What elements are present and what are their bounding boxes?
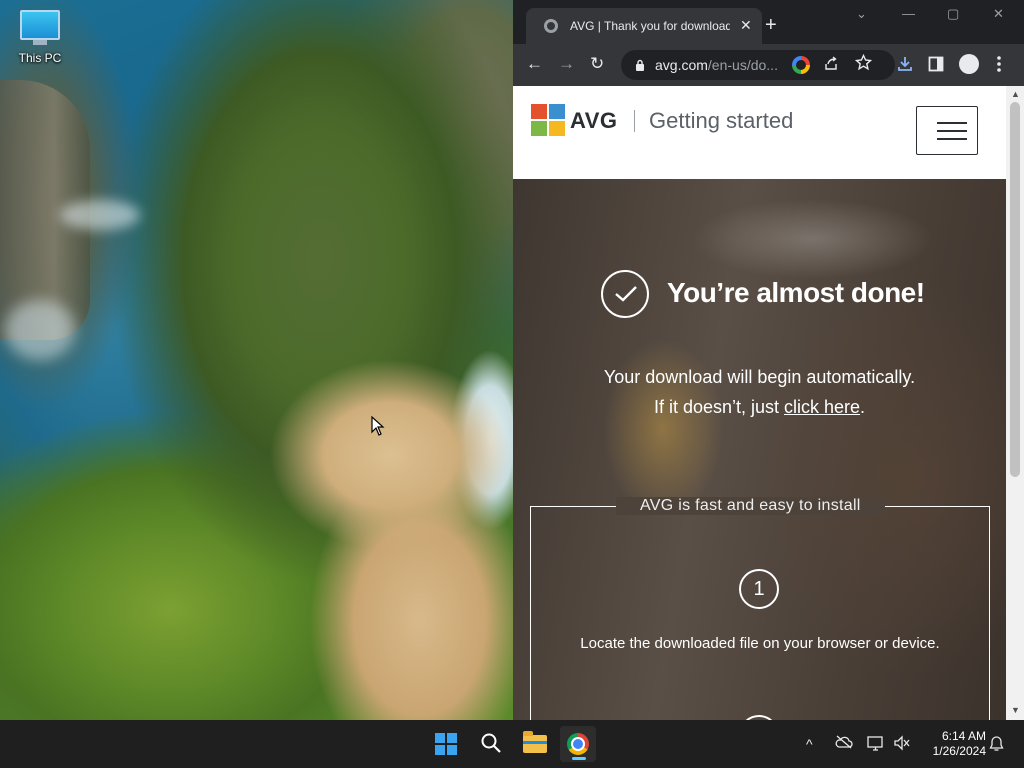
google-lens-icon[interactable]: [792, 56, 810, 74]
web-page: AVG Getting started You’re almost done! …: [513, 86, 1006, 720]
notification-bell-icon[interactable]: [989, 735, 1004, 752]
hero-line-2-prefix: If it doesn’t, just: [653, 397, 784, 417]
install-steps-box: AVG is fast and easy to install 1 Locate…: [530, 497, 990, 720]
speaker-muted-icon[interactable]: [893, 735, 911, 751]
site-header: AVG Getting started: [513, 86, 1006, 179]
hero-section: You’re almost done! Your download will b…: [513, 179, 1006, 720]
globe-icon: [544, 19, 558, 33]
tray-overflow-chevron-icon[interactable]: ^: [806, 736, 813, 752]
page-scrollbar[interactable]: ▲ ▼: [1006, 86, 1024, 720]
new-tab-button[interactable]: +: [765, 14, 777, 36]
share-icon[interactable]: [823, 55, 839, 71]
desktop-icon-label: This PC: [18, 51, 62, 65]
browser-tab-active[interactable]: AVG | Thank you for downloading ✕: [526, 8, 762, 44]
clock-time: 6:14 AM: [941, 729, 986, 743]
file-explorer-button[interactable]: [516, 726, 552, 762]
forward-button[interactable]: →: [558, 54, 575, 74]
wallpaper-foam: [60, 200, 140, 230]
desktop-icon-this-pc[interactable]: This PC: [14, 10, 66, 65]
tab-search-button[interactable]: ⌄: [856, 6, 867, 22]
hero-line-2-suffix: .: [860, 397, 866, 417]
close-window-button[interactable]: ✕: [993, 6, 1004, 22]
step-description: Locate the downloaded file on your brows…: [580, 635, 940, 652]
step-number-badge: 1: [739, 569, 779, 609]
url-path: /en-us/do...: [707, 57, 778, 73]
menu-bar: [937, 130, 967, 132]
folder-icon: [523, 731, 547, 753]
brand-wordmark: AVG: [570, 108, 618, 133]
clock-date: 1/26/2024: [932, 744, 986, 758]
wallpaper-foam: [5, 300, 75, 360]
profile-avatar-icon[interactable]: [959, 54, 979, 74]
chrome-taskbar-button[interactable]: [560, 726, 596, 762]
start-button[interactable]: [428, 726, 464, 762]
windows-logo-icon: [435, 733, 457, 755]
browser-toolbar: ← → ↻ avg.com/en-us/do...: [513, 44, 1024, 86]
browser-window: AVG | Thank you for downloading ✕ + ⌄ — …: [513, 0, 1024, 720]
minimize-button[interactable]: —: [902, 6, 915, 21]
scroll-down-arrow-icon[interactable]: ▼: [1011, 705, 1020, 715]
url-domain: avg.com: [655, 57, 708, 73]
checkmark-icon: [601, 270, 649, 318]
hero-title: You’re almost done!: [667, 277, 925, 308]
search-icon: [481, 733, 501, 753]
side-panel-icon[interactable]: [928, 56, 944, 72]
menu-bar: [937, 122, 967, 124]
hero-line-2: If it doesn’t, just click here.: [513, 397, 1006, 418]
install-heading: AVG is fast and easy to install: [616, 497, 885, 515]
back-button[interactable]: ←: [526, 54, 543, 74]
address-bar[interactable]: avg.com/en-us/do...: [621, 50, 895, 80]
click-here-link[interactable]: click here: [784, 397, 860, 417]
page-title: Getting started: [649, 108, 794, 133]
mouse-pointer-icon: [371, 416, 385, 436]
menu-bar: [937, 138, 967, 140]
avg-logo-icon[interactable]: [531, 104, 565, 136]
chrome-icon: [567, 733, 589, 755]
tab-strip: AVG | Thank you for downloading ✕ + ⌄ — …: [513, 0, 1024, 44]
scrollbar-thumb[interactable]: [1010, 102, 1020, 477]
scroll-up-arrow-icon[interactable]: ▲: [1011, 89, 1020, 99]
maximize-button[interactable]: ▢: [947, 6, 959, 22]
desktop-wallpaper: [0, 0, 513, 720]
reload-button[interactable]: ↻: [590, 54, 604, 74]
url-text: avg.com/en-us/do...: [655, 57, 778, 73]
tab-title: AVG | Thank you for downloading: [570, 19, 730, 33]
active-app-indicator: [572, 757, 586, 760]
onedrive-cloud-icon[interactable]: [835, 735, 853, 749]
download-icon[interactable]: [896, 55, 914, 73]
hero-line-1: Your download will begin automatically.: [603, 367, 916, 387]
tab-close-icon[interactable]: ✕: [740, 16, 752, 34]
more-menu-icon[interactable]: [997, 56, 1001, 72]
network-display-icon[interactable]: [867, 735, 885, 751]
header-divider: [634, 110, 635, 132]
system-clock[interactable]: 6:14 AM 1/26/2024: [918, 729, 986, 759]
monitor-icon: [20, 10, 60, 40]
hamburger-menu-button[interactable]: [916, 106, 978, 155]
bookmark-star-icon[interactable]: [855, 54, 872, 71]
monitor-stand: [33, 40, 47, 45]
search-button[interactable]: [472, 726, 508, 762]
taskbar: ^ 6:14 AM 1/26/2024: [0, 720, 1024, 768]
lock-icon: [636, 59, 644, 71]
